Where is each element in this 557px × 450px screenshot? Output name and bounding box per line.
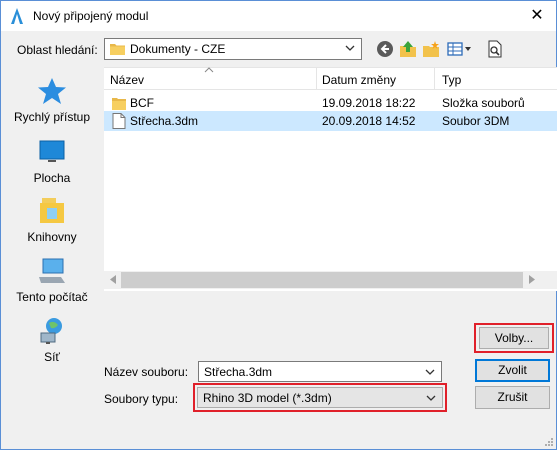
scroll-left-icon[interactable] — [109, 275, 117, 284]
scroll-right-icon[interactable] — [528, 275, 536, 284]
file-row-bcf[interactable]: BCF 19.09.2018 18:22 Složka souborů — [104, 93, 557, 113]
place-this-pc[interactable]: Tento počítač — [9, 257, 95, 317]
horizontal-scrollbar[interactable] — [104, 271, 540, 289]
place-label: Rychlý přístup — [13, 110, 91, 124]
resize-grip-icon[interactable] — [544, 437, 554, 447]
lookin-value: Dokumenty - CZE — [130, 42, 226, 56]
places-bar: Rychlý přístup Plocha Knihovny Tento poč… — [9, 67, 95, 367]
chevron-down-icon[interactable] — [425, 367, 435, 377]
sort-ascending-icon — [204, 67, 214, 73]
file-list: Název Datum změny Typ BCF 19.09.2018 18:… — [104, 67, 557, 291]
filename-label: Název souboru: — [104, 365, 189, 379]
file-name: Střecha.3dm — [130, 114, 199, 128]
file-name: BCF — [130, 96, 154, 110]
desktop-icon — [39, 140, 65, 162]
open-button[interactable]: Zvolit — [475, 359, 550, 382]
filetype-value: Rhino 3D model (*.3dm) — [203, 391, 332, 405]
title-bar: Nový připojený modul ✕ — [1, 1, 556, 31]
star-icon — [38, 78, 66, 104]
filetype-dropdown[interactable]: Rhino 3D model (*.3dm) — [197, 387, 443, 408]
folder-icon — [110, 44, 125, 55]
options-button[interactable]: Volby... — [479, 327, 549, 349]
computer-icon — [39, 258, 65, 283]
preview-icon[interactable] — [486, 40, 504, 58]
column-divider[interactable] — [434, 68, 435, 90]
back-icon[interactable] — [376, 40, 394, 58]
window-title: Nový připojený modul — [33, 9, 149, 23]
file-date: 19.09.2018 18:22 — [322, 96, 416, 110]
open-button-label: Zvolit — [498, 363, 527, 377]
place-libraries[interactable]: Knihovny — [9, 197, 95, 257]
filetype-label: Soubory typu: — [104, 392, 179, 406]
close-icon: ✕ — [530, 7, 544, 24]
open-file-dialog: Nový připojený modul ✕ Oblast hledání: D… — [0, 0, 557, 450]
file-row-strecha[interactable]: Střecha.3dm 20.09.2018 14:52 Soubor 3DM — [104, 111, 557, 131]
place-label: Tento počítač — [16, 290, 88, 304]
up-folder-icon[interactable] — [399, 40, 417, 58]
folder-icon — [112, 98, 126, 110]
place-quick-access[interactable]: Rychlý přístup — [9, 77, 95, 137]
column-divider[interactable] — [316, 68, 317, 90]
cancel-button-label: Zrušit — [497, 390, 528, 404]
libraries-icon — [40, 198, 64, 223]
column-header-type[interactable]: Typ — [442, 73, 461, 87]
place-network[interactable]: Síť — [9, 317, 95, 377]
cancel-button[interactable]: Zrušit — [475, 386, 550, 409]
file-date: 20.09.2018 14:52 — [322, 114, 416, 128]
new-folder-icon[interactable] — [422, 40, 440, 58]
chevron-down-icon — [345, 45, 355, 51]
app-logo-icon — [11, 8, 23, 24]
network-icon — [40, 318, 62, 344]
chevron-down-icon — [426, 395, 436, 401]
filename-input[interactable]: Střecha.3dm — [198, 361, 442, 382]
scrollbar-thumb[interactable] — [121, 272, 523, 288]
place-desktop[interactable]: Plocha — [9, 138, 95, 198]
place-label: Síť — [44, 350, 60, 364]
column-header-name[interactable]: Název — [110, 73, 144, 87]
lookin-label: Oblast hledání: — [17, 43, 98, 57]
file-icon — [112, 113, 126, 129]
file-list-header: Název Datum změny Typ — [104, 67, 557, 90]
lookin-dropdown[interactable]: Dokumenty - CZE — [104, 38, 362, 60]
close-button[interactable]: ✕ — [526, 5, 548, 27]
file-type: Soubor 3DM — [442, 114, 510, 128]
place-label: Plocha — [33, 171, 71, 185]
filename-value: Střecha.3dm — [204, 365, 273, 379]
options-button-label: Volby... — [494, 331, 534, 345]
file-type: Složka souborů — [442, 96, 525, 110]
views-menu-icon[interactable] — [447, 40, 473, 58]
place-label: Knihovny — [27, 230, 77, 244]
column-header-date[interactable]: Datum změny — [322, 73, 396, 87]
scrollbar-corner — [540, 271, 557, 289]
